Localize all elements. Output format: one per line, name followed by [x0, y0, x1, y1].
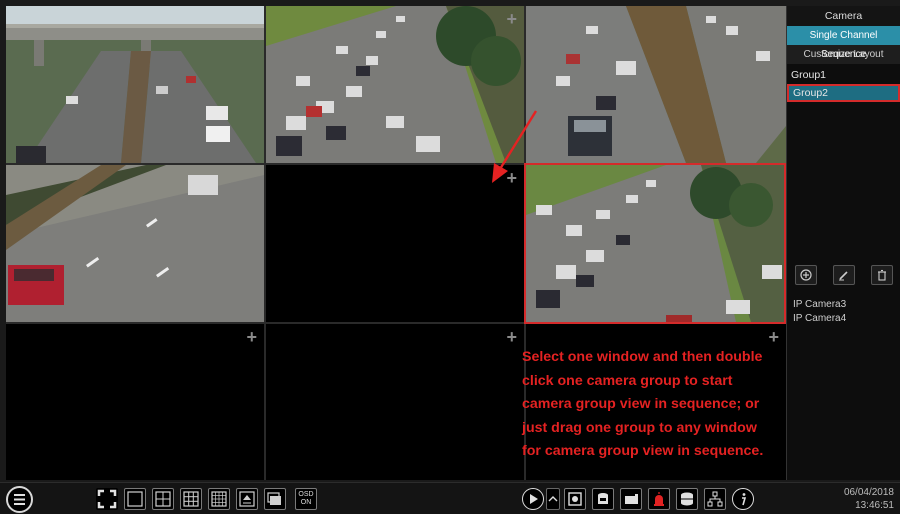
fullscreen-icon: [97, 489, 117, 509]
main-menu-button[interactable]: [6, 486, 33, 513]
layout-9-button[interactable]: [180, 488, 202, 510]
group-tools: [787, 264, 900, 286]
camera-item[interactable]: IP Camera3: [793, 298, 846, 312]
nvr-live-view: + + + + + Select one window and then dou…: [0, 0, 900, 514]
scene-icon: [267, 492, 281, 505]
layout-4-icon: [155, 491, 171, 507]
layout-4-button[interactable]: [152, 488, 174, 510]
camera-window-4[interactable]: [6, 165, 264, 322]
network-button[interactable]: [704, 488, 726, 510]
instruction-line: for camera group view in sequence.: [522, 443, 764, 459]
camera-window-6[interactable]: [526, 165, 786, 322]
info-icon: [742, 493, 747, 506]
record-icon: [598, 493, 608, 504]
snapshot-icon: [568, 492, 582, 506]
disk-button[interactable]: [676, 488, 698, 510]
menu-icon: [14, 494, 25, 505]
instruction-line: just drag one group to any window: [522, 419, 757, 436]
fullscreen-button[interactable]: [96, 488, 118, 510]
camera-window-1[interactable]: [6, 6, 264, 163]
expand-button[interactable]: [546, 488, 560, 510]
play-button[interactable]: [522, 488, 544, 510]
osd-toggle-button[interactable]: OSD ON: [295, 488, 317, 510]
instruction-line: Select one window and then double: [522, 349, 763, 365]
add-camera-icon[interactable]: +: [506, 10, 517, 28]
add-camera-icon[interactable]: +: [246, 328, 257, 346]
highway-redcar-feed: [6, 165, 264, 322]
scene-button[interactable]: [264, 488, 286, 510]
playback-icon: [625, 494, 638, 504]
group-list: Group1 Group2: [787, 66, 900, 236]
layout-16-icon: [211, 491, 227, 507]
clock-date: 06/04/2018: [843, 487, 894, 498]
group-item-1[interactable]: Group1: [787, 66, 900, 84]
instruction-line: click one camera group to start: [522, 372, 733, 389]
bottom-toolbar: OSD ON 06/04/2018 13:46:51: [0, 482, 900, 514]
delete-group-button[interactable]: [871, 265, 893, 285]
highway-bridge-feed: [6, 6, 264, 163]
camera-item[interactable]: IP Camera4: [793, 312, 846, 326]
add-icon: [800, 269, 812, 281]
camera-window-7[interactable]: +: [6, 324, 264, 480]
layout-custom-button[interactable]: [236, 488, 258, 510]
osd-label: OSD: [298, 491, 314, 498]
network-icon: [707, 491, 723, 507]
camera-window-8[interactable]: +: [266, 324, 524, 480]
playback-button[interactable]: [620, 488, 642, 510]
alarm-button[interactable]: [648, 488, 670, 510]
snapshot-button[interactable]: [564, 488, 586, 510]
chevron-up-icon: [548, 496, 558, 502]
record-button[interactable]: [592, 488, 614, 510]
layout-1-button[interactable]: [124, 488, 146, 510]
info-button[interactable]: [732, 488, 754, 510]
layout-custom-icon: [239, 491, 255, 507]
highway-dense-feed-2: [526, 165, 786, 322]
edit-group-button[interactable]: [833, 265, 855, 285]
camera-panel: Camera Single Channel Sequence Customize…: [786, 6, 900, 480]
instruction-line: camera group view in sequence; or: [522, 396, 760, 412]
instruction-text: Select one window and then double click …: [522, 346, 780, 464]
layout-16-button[interactable]: [208, 488, 230, 510]
camera-list: IP Camera3 IP Camera4: [793, 298, 846, 326]
add-group-button[interactable]: [795, 265, 817, 285]
annotation-arrow-icon: [492, 110, 538, 183]
tab-customize-layout[interactable]: Customize Layout: [787, 45, 900, 64]
play-icon: [530, 494, 538, 504]
layout-1-icon: [127, 491, 143, 507]
add-camera-icon[interactable]: +: [506, 328, 517, 346]
system-clock: 06/04/2018 13:46:51: [844, 486, 894, 512]
panel-title: Camera: [787, 6, 900, 26]
highway-suv-feed: [526, 6, 786, 163]
layout-9-icon: [183, 491, 199, 507]
camera-window-3[interactable]: [526, 6, 786, 163]
clock-time: 13:46:51: [855, 500, 894, 511]
alarm-icon: [654, 492, 664, 506]
group-item-2[interactable]: Group2: [787, 84, 900, 102]
disk-icon: [681, 492, 693, 506]
edit-icon: [839, 271, 848, 281]
tab-single-channel-sequence[interactable]: Single Channel Sequence: [787, 26, 900, 60]
delete-icon: [878, 269, 886, 281]
osd-state: ON: [300, 499, 312, 506]
add-camera-icon[interactable]: +: [768, 328, 779, 346]
